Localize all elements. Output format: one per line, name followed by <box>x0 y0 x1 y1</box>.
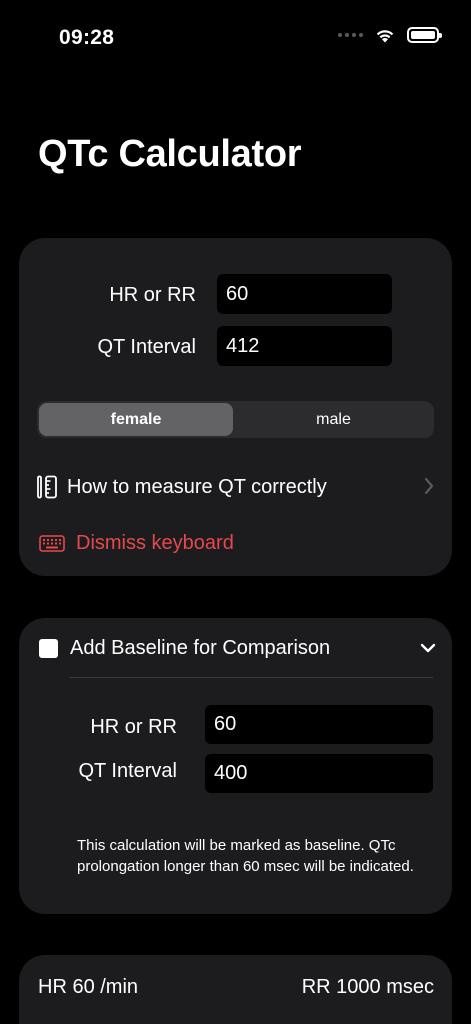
wifi-icon <box>376 29 394 42</box>
chevron-down-icon[interactable] <box>420 642 436 654</box>
baseline-note: This calculation will be marked as basel… <box>77 837 414 875</box>
battery-icon <box>407 27 442 43</box>
qt-input[interactable]: 412 <box>217 326 392 366</box>
input-card: HR or RR 60 QT Interval 412 female male … <box>19 238 452 576</box>
measure-qt-link[interactable]: How to measure QT correctly <box>37 471 434 503</box>
baseline-checkbox[interactable] <box>39 639 58 658</box>
baseline-qt-label: QT Interval <box>78 760 177 782</box>
qt-label: QT Interval <box>97 336 196 358</box>
cellular-signal-icon <box>338 33 363 37</box>
hr-input[interactable]: 60 <box>217 274 392 314</box>
segment-female[interactable]: female <box>39 403 233 436</box>
status-icons <box>338 27 442 43</box>
baseline-qt-input[interactable]: 400 <box>205 754 433 793</box>
divider <box>69 677 433 678</box>
result-rr: RR 1000 msec <box>301 976 434 998</box>
baseline-hr-input[interactable]: 60 <box>205 705 433 744</box>
keyboard-icon <box>39 535 65 552</box>
hr-label: HR or RR <box>109 284 196 306</box>
segment-male[interactable]: male <box>235 403 432 436</box>
screen: 09:28 QTc Calculator HR or RR 60 QT Inte… <box>0 0 471 1024</box>
status-time: 09:28 <box>59 26 115 49</box>
baseline-card: Add Baseline for Comparison HR or RR 60 … <box>19 618 452 914</box>
chevron-right-icon <box>424 477 434 495</box>
dismiss-keyboard-label: Dismiss keyboard <box>76 532 234 554</box>
page-title: QTc Calculator <box>38 133 302 175</box>
status-bar: 09:28 <box>0 0 471 70</box>
measure-qt-label: How to measure QT correctly <box>67 475 327 498</box>
gender-segmented-control: female male <box>37 401 434 438</box>
ruler-icon <box>37 475 57 499</box>
result-hr: HR 60 /min <box>38 976 139 998</box>
result-card: HR 60 /min RR 1000 msec <box>19 955 452 1024</box>
dismiss-keyboard-button[interactable]: Dismiss keyboard <box>39 532 234 555</box>
baseline-title[interactable]: Add Baseline for Comparison <box>70 637 330 660</box>
baseline-hr-label: HR or RR <box>90 716 177 738</box>
